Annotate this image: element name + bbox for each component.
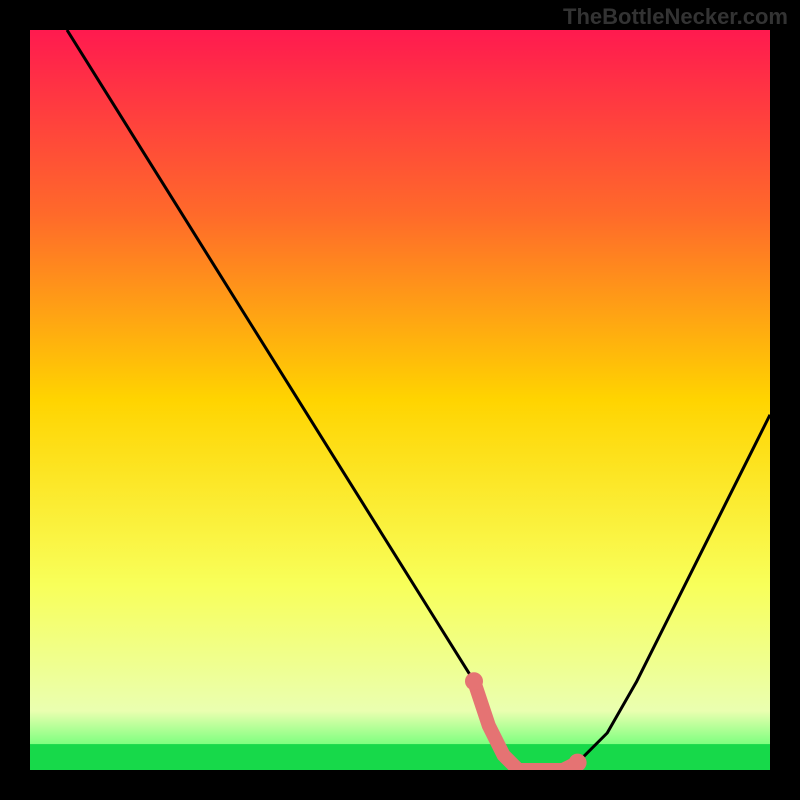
watermark-text: TheBottleNecker.com — [563, 4, 788, 30]
green-band — [30, 744, 770, 770]
bottleneck-chart — [30, 30, 770, 770]
gradient-background — [30, 30, 770, 770]
chart-svg — [30, 30, 770, 770]
highlight-endpoint — [465, 672, 483, 690]
